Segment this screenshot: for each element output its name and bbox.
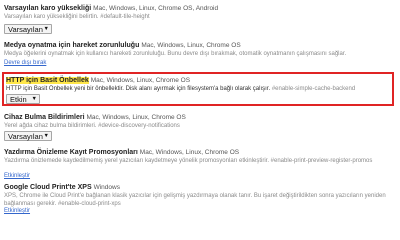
flag-simple-cache: HTTP için Basit Önbellek Mac, Windows, L… [0,76,400,93]
flag-gesture-requirement: Medya oynatma için hareket zorunluluğu M… [0,41,400,58]
device-discovery-select[interactable]: Varsayılan ▼ [4,131,52,141]
flag-title: HTTP için Basit Önbellek [6,77,89,84]
flag-description: Yerel ağda cihaz bulma bildirimleri. [4,123,97,129]
chevron-down-icon: ▼ [31,96,37,102]
enable-link[interactable]: Etkinleştir [4,173,30,179]
simple-cache-select[interactable]: Etkin ▼ [6,94,40,104]
flag-anchor: #enable-print-preview-register-promos [270,158,373,164]
flag-anchor: #device-discovery-notifications [98,123,180,129]
flag-device-discovery: Cihaz Bulma Bildirimleri Mac, Windows, L… [0,113,400,130]
flag-anchor: #enable-cloud-print-xps [58,201,121,207]
flag-platforms: Mac, Windows, Linux, Chrome OS [141,42,241,49]
chevron-down-icon: ▼ [43,133,49,139]
flag-anchor: #default-tile-height [100,14,150,20]
flag-cloud-print-xps: Google Cloud Print'te XPS Windows XPS, C… [0,183,400,208]
flag-title: Varsayılan karo yüksekliği [4,5,92,12]
flag-platforms: Mac, Windows, Linux, Chrome OS [139,149,240,156]
select-value: Etkin [10,95,27,104]
flag-default-tile-height: Varsayılan karo yüksekliği Mac, Windows,… [0,4,400,21]
select-value: Varsayılan [8,132,43,141]
disable-link[interactable]: Devre dışı bırak [4,60,46,66]
flag-description: Medya öğelerini oynatmak için kullanıcı … [4,51,347,57]
flag-title: Medya oynatma için hareket zorunluluğu [4,42,140,49]
flag-title: Yazdırma Önizleme Kayıt Promosyonları [4,149,138,156]
flag-description: HTTP için Basit Önbellek yeni bir önbell… [6,86,271,92]
flag-platforms: Mac, Windows, Linux, Chrome OS [90,77,191,84]
default-tile-height-select[interactable]: Varsayılan ▼ [4,24,52,34]
flag-platforms: Mac, Windows, Linux, Chrome OS, Android [93,5,219,12]
flag-title: Google Cloud Print'te XPS [4,184,92,191]
flag-platforms: Windows [93,184,120,191]
flag-description: Varsayılan karo yüksekliğini belirtin. [4,14,99,20]
flag-print-preview-promos: Yazdırma Önizleme Kayıt Promosyonları Ma… [0,148,400,165]
flag-platforms: Mac, Windows, Linux, Chrome OS [86,114,186,121]
chevron-down-icon: ▼ [43,26,49,32]
flag-anchor: #enable-simple-cache-backend [271,86,356,92]
enable-link[interactable]: Etkinleştir [4,208,30,214]
flag-description: Yazdırma önizlemede kaydedilmemiş yerel … [4,158,269,164]
flag-title: Cihaz Bulma Bildirimleri [4,114,85,121]
select-value: Varsayılan [8,25,43,34]
